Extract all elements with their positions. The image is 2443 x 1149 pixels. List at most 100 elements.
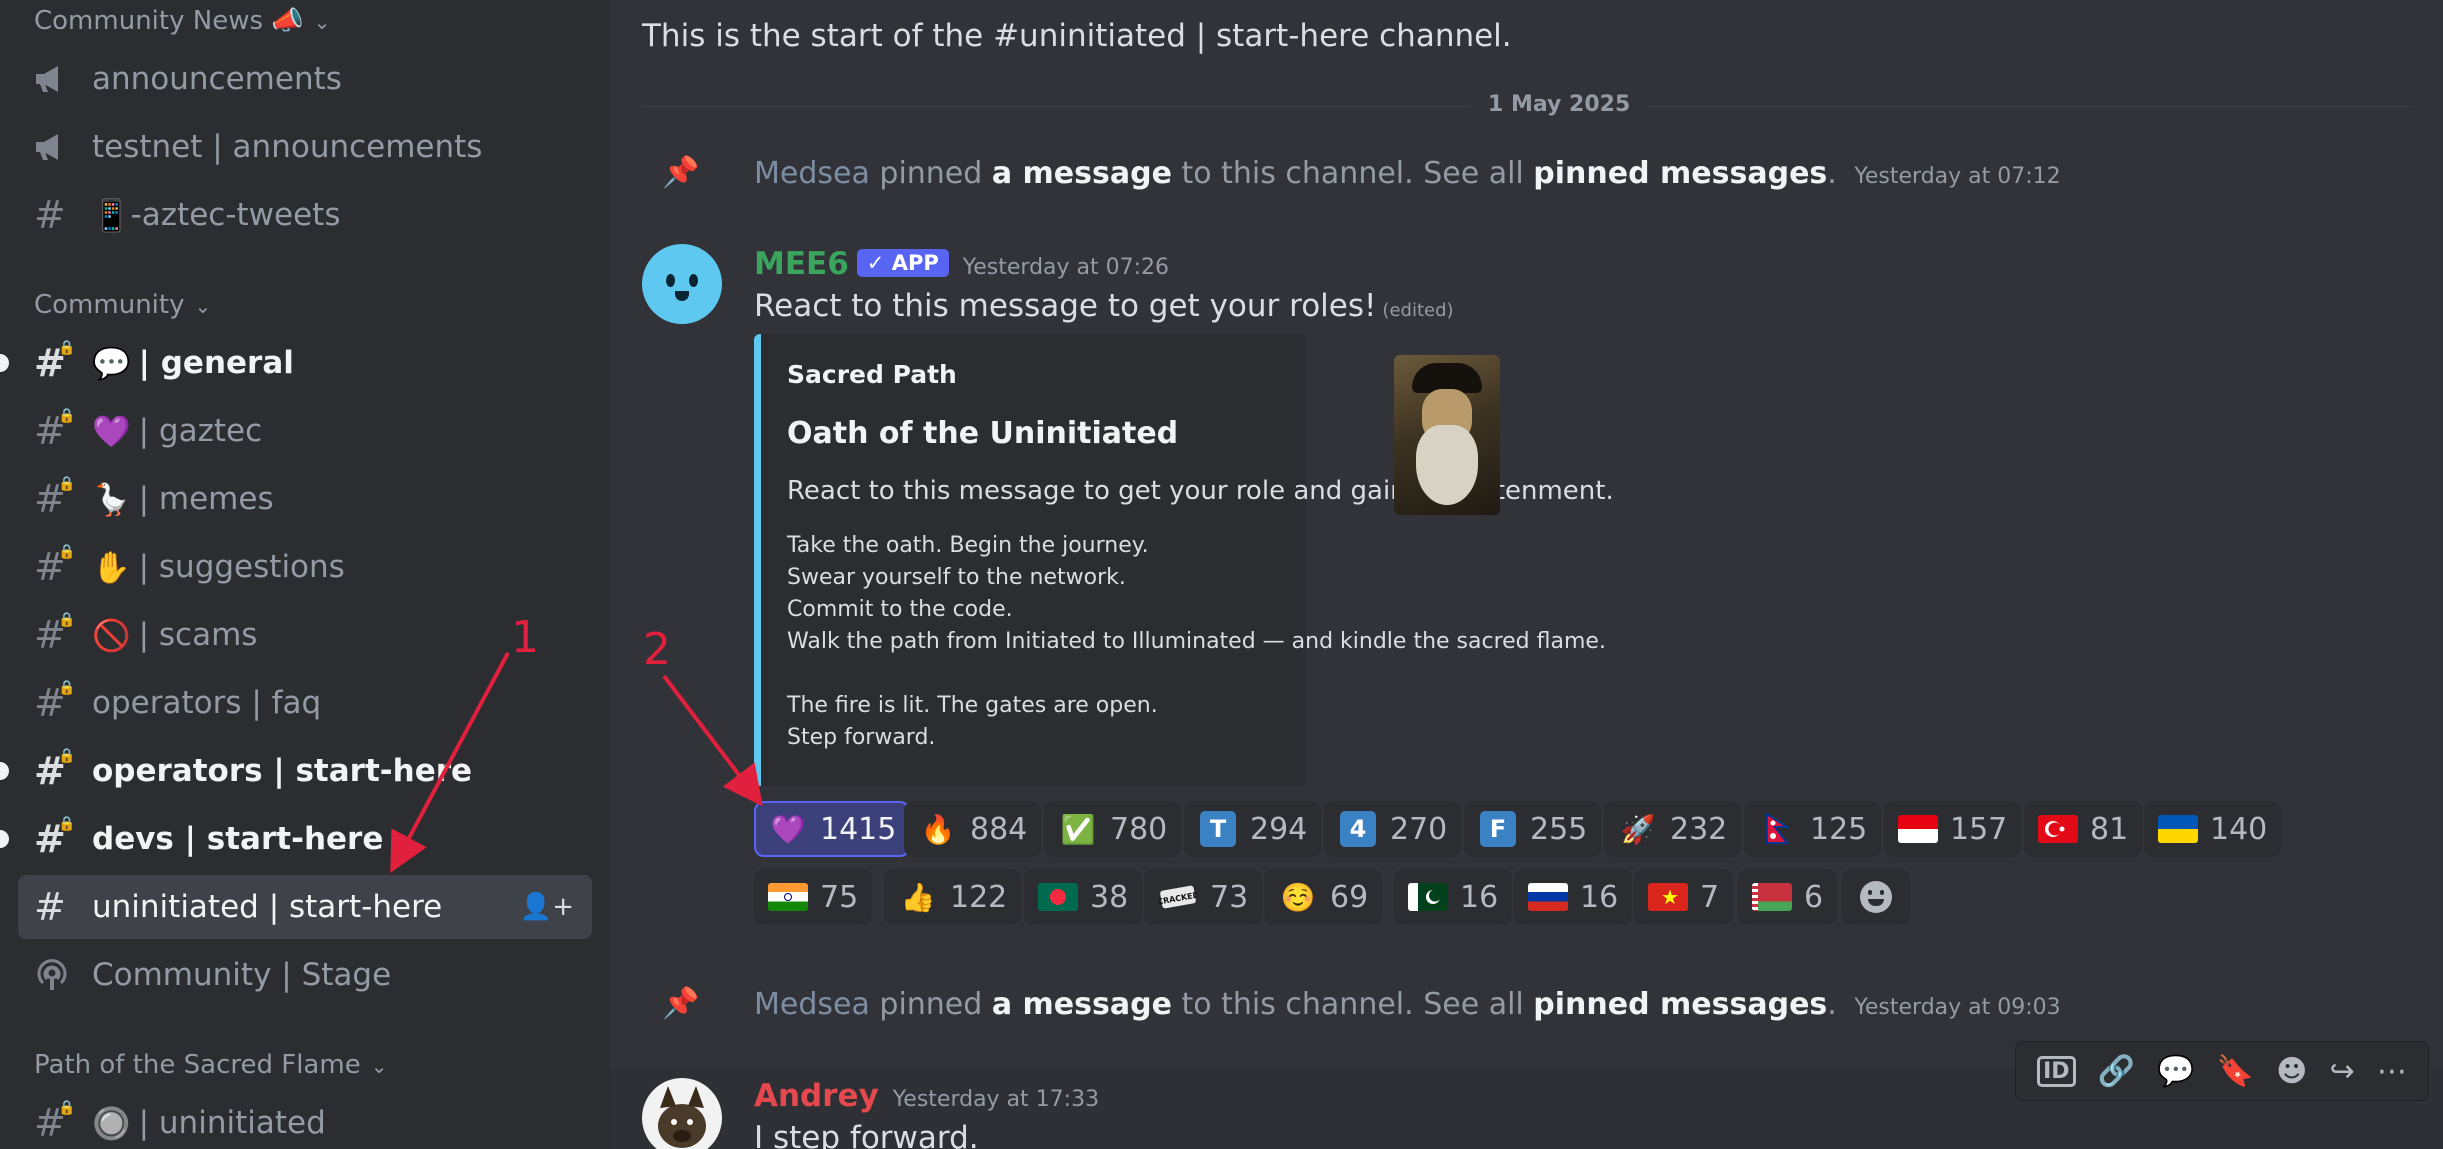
category-community-news[interactable]: Community News 📣 ⌄ (34, 6, 330, 36)
reaction-flag-belarus[interactable]: 6 (1738, 869, 1838, 925)
flag-india-icon (768, 879, 808, 915)
channel-community-stage[interactable]: Community | Stage (18, 943, 592, 1007)
flag-bangladesh-icon (1038, 879, 1078, 915)
channel-uninitiated-start-here[interactable]: # uninitiated | start-here 👤+ (18, 875, 592, 939)
channel-announcements[interactable]: announcements (18, 47, 592, 111)
smiling-face-icon: ☺️ (1280, 880, 1316, 914)
pinned-messages-link[interactable]: pinned messages (1533, 987, 1827, 1022)
reaction-rocket[interactable]: 🚀 232 (1604, 801, 1742, 857)
channel-suggestions[interactable]: # 🔒 ✋ | suggestions (18, 535, 592, 599)
channel-operators-start-here[interactable]: # 🔒 operators | start-here (18, 739, 592, 803)
reaction-fire[interactable]: 🔥 884 (904, 801, 1042, 857)
reaction-flag-turkey[interactable]: 81 (2024, 801, 2143, 857)
create-invite-icon[interactable]: 👤+ (520, 892, 574, 922)
locked-hash-icon: # 🔒 (34, 816, 76, 861)
reaction-thumbs-up[interactable]: 👍 122 (884, 869, 1022, 925)
reaction-flag-ukraine[interactable]: 140 (2144, 801, 2282, 857)
thumbs-up-icon: 👍 (900, 880, 936, 914)
flag-russia-icon (1528, 879, 1568, 915)
add-reaction-icon[interactable]: ☻ (2276, 1054, 2307, 1089)
author-name[interactable]: Andrey (754, 1078, 879, 1114)
channel-testnet-announcements[interactable]: testnet | announcements (18, 115, 592, 179)
channel-operators-faq[interactable]: # 🔒 operators | faq (18, 671, 592, 735)
bookmark-icon[interactable]: 🔖 (2217, 1054, 2254, 1089)
reaction-letter-t[interactable]: T 294 (1184, 801, 1322, 857)
reaction-smiling-face[interactable]: ☺️ 69 (1264, 869, 1383, 925)
locked-hash-icon: # 🔒 (34, 1100, 76, 1145)
system-username[interactable]: Medsea (754, 156, 870, 191)
embed-thumbnail[interactable] (1394, 355, 1500, 515)
channel-devs-start-here[interactable]: # 🔒 devs | start-here (18, 807, 592, 871)
reaction-number-4[interactable]: 4 270 (1324, 801, 1462, 857)
category-path-of-the-sacred-flame[interactable]: Path of the Sacred Flame ⌄ (34, 1050, 387, 1080)
channel-uninitiated[interactable]: # 🔒 🔘 | uninitiated (18, 1091, 592, 1149)
message-embed: Sacred Path Oath of the Uninitiated Reac… (754, 334, 1614, 786)
flag-pakistan-icon (1408, 879, 1448, 915)
reaction-purple-heart[interactable]: 💜 1415 (754, 801, 911, 857)
andrey-avatar[interactable] (642, 1078, 722, 1149)
reaction-cracked[interactable]: CRACKED 73 (1144, 869, 1263, 925)
letter-t-icon: T (1200, 811, 1236, 847)
channel-memes[interactable]: # 🔒 🪿 | memes (18, 467, 592, 531)
channel-start-text: This is the start of the #uninitiated | … (642, 18, 1512, 54)
author-name[interactable]: MEE6 (754, 246, 849, 282)
flag-nepal-icon (1758, 811, 1798, 847)
edited-tag: (edited) (1382, 300, 1454, 321)
chevron-down-icon: ⌄ (313, 10, 331, 34)
reaction-flag-bangladesh[interactable]: 38 (1024, 869, 1143, 925)
number-4-icon: 4 (1340, 811, 1376, 847)
chevron-down-icon: ⌄ (370, 1054, 388, 1078)
reaction-flag-indonesia[interactable]: 157 (1884, 801, 2022, 857)
channel-scams[interactable]: # 🔒 🚫 | scams (18, 603, 592, 667)
reaction-letter-f[interactable]: F 255 (1464, 801, 1602, 857)
category-community[interactable]: Community ⌄ (34, 290, 211, 320)
channel-aztec-tweets[interactable]: # 📱 -aztec-tweets (18, 183, 592, 247)
more-options-icon[interactable]: ⋯ (2377, 1054, 2407, 1089)
system-username[interactable]: Medsea (754, 987, 870, 1022)
hash-icon: # (34, 885, 66, 929)
system-message-pin: Medsea pinned a message to this channel.… (754, 156, 2061, 191)
reaction-flag-russia[interactable]: 16 (1514, 869, 1633, 925)
unread-indicator (0, 762, 9, 780)
locked-hash-icon: # 🔒 (34, 748, 76, 793)
fire-icon: 🔥 (920, 812, 956, 846)
reaction-flag-pakistan[interactable]: 16 (1394, 869, 1513, 925)
mee6-avatar[interactable] (642, 244, 722, 324)
locked-hash-icon: # 🔒 (34, 408, 76, 453)
flag-indonesia-icon (1898, 811, 1938, 847)
flag-vietnam-icon: ★ (1648, 879, 1688, 915)
unread-indicator (0, 830, 9, 848)
annotation-number-1: 1 (511, 612, 539, 663)
copy-id-icon[interactable]: ID (2037, 1055, 2076, 1087)
purple-heart-icon: 💜 (770, 812, 806, 846)
timestamp: Yesterday at 07:12 (1854, 164, 2061, 189)
add-reaction-icon (1860, 881, 1892, 913)
link-icon[interactable]: 🔗 (2098, 1054, 2135, 1089)
message-content: I step forward. (754, 1120, 979, 1149)
cracked-sticker-icon: CRACKED (1158, 879, 1198, 915)
letter-f-icon: F (1480, 811, 1516, 847)
message-link[interactable]: a message (992, 987, 1172, 1022)
reaction-flag-vietnam[interactable]: ★ 7 (1634, 869, 1734, 925)
message-link[interactable]: a message (992, 156, 1172, 191)
reaction-flag-india[interactable]: 75 (754, 869, 873, 925)
flag-ukraine-icon (2158, 811, 2198, 847)
add-reaction-button[interactable] (1842, 869, 1910, 925)
reaction-flag-nepal[interactable]: 125 (1744, 801, 1882, 857)
megaphone-icon (34, 133, 92, 161)
embed-body: Take the oath. Begin the journey. Swear … (787, 533, 1606, 750)
reaction-check[interactable]: ✅ 780 (1044, 801, 1182, 857)
pinned-messages-link[interactable]: pinned messages (1533, 156, 1827, 191)
timestamp: Yesterday at 09:03 (1854, 995, 2061, 1020)
channel-gaztec[interactable]: # 🔒 💜 | gaztec (18, 399, 592, 463)
create-thread-icon[interactable]: 💬 (2157, 1054, 2194, 1089)
message-content: React to this message to get your roles!… (754, 288, 1454, 324)
timestamp: Yesterday at 17:33 (892, 1087, 1100, 1112)
locked-hash-icon: # 🔒 (34, 612, 76, 657)
chevron-down-icon: ⌄ (194, 294, 212, 318)
rocket-icon: 🚀 (1620, 812, 1656, 846)
channel-sidebar: Community News 📣 ⌄ announcements testnet … (0, 0, 610, 1149)
message-actions-toolbar: ID 🔗 💬 🔖 ☻ ↪ ⋯ (2015, 1041, 2429, 1101)
channel-general[interactable]: # 🔒 💬 | general (18, 331, 592, 395)
forward-icon[interactable]: ↪ (2330, 1054, 2355, 1089)
